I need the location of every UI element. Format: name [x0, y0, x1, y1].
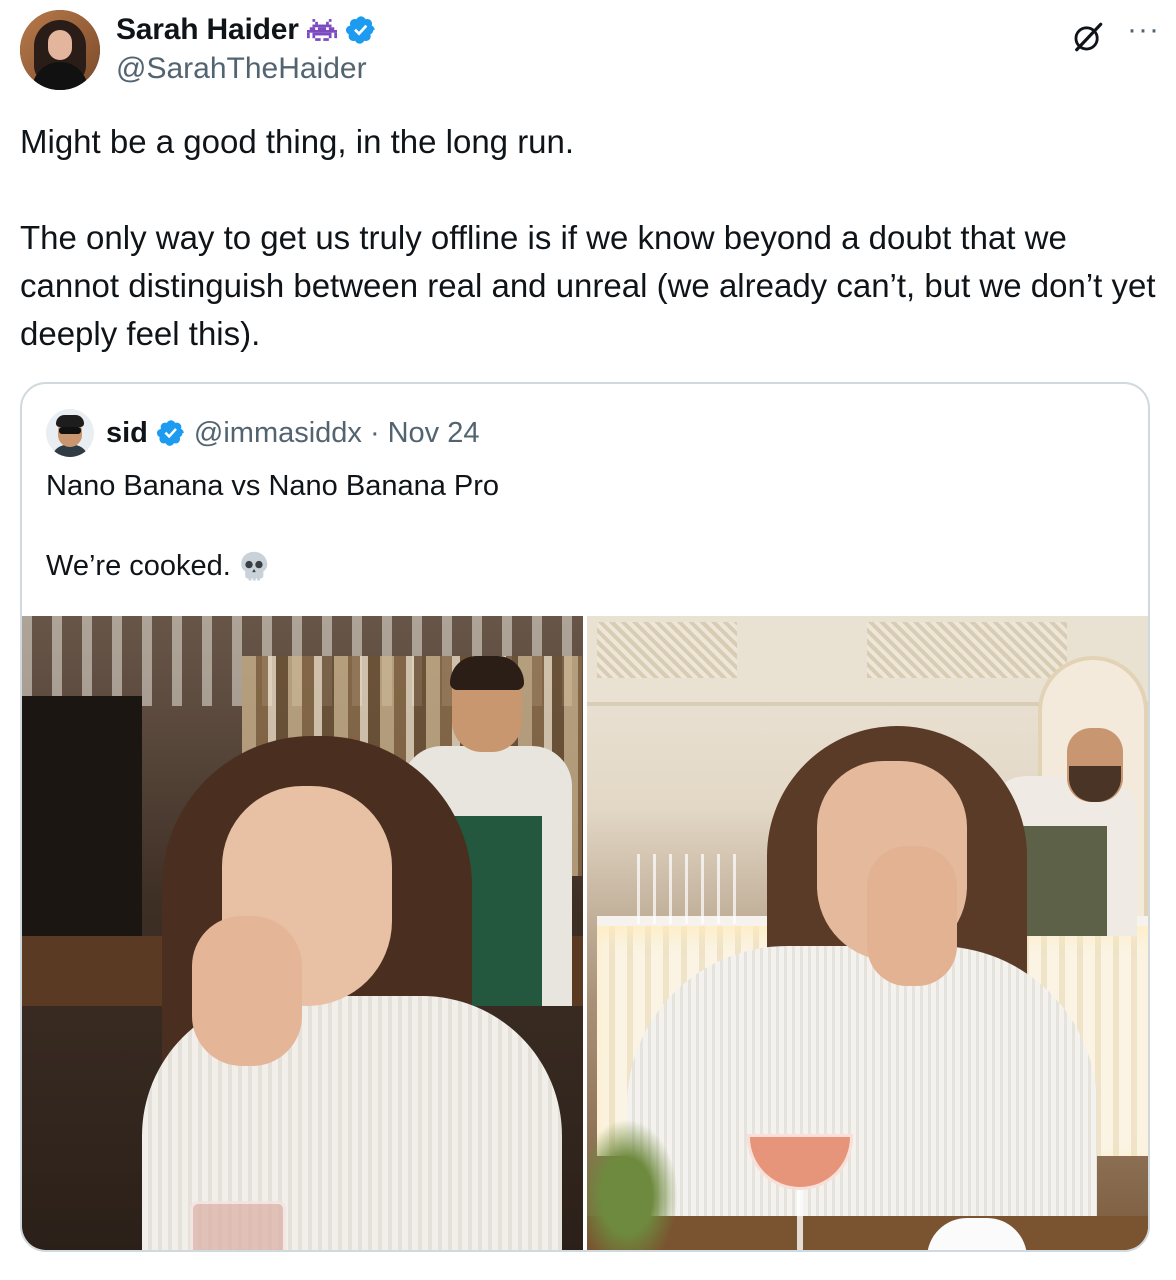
- author-display-name[interactable]: Sarah Haider: [116, 13, 299, 47]
- photo-nano-banana-pro[interactable]: [587, 616, 1148, 1250]
- quoted-post-date[interactable]: Nov 24: [388, 417, 480, 450]
- quoted-post-header: sid @immasiddx · Nov 24: [46, 408, 480, 458]
- quoted-post[interactable]: sid @immasiddx · Nov 24 Nano Banana vs N…: [20, 382, 1150, 1252]
- quoted-post-text-content: Nano Banana vs Nano Banana Pro We’re coo…: [46, 470, 500, 582]
- post-header: Sarah Haider @SarahTheHaider ···: [20, 10, 1160, 92]
- quoted-author-handle[interactable]: @immasiddx: [194, 417, 362, 450]
- photo-nano-banana[interactable]: [22, 616, 583, 1250]
- quoted-verified-badge-icon[interactable]: [156, 418, 186, 448]
- separator-dot: ·: [369, 416, 380, 449]
- header-actions: ···: [1071, 15, 1160, 54]
- author-avatar[interactable]: [20, 10, 100, 90]
- grok-icon[interactable]: [1071, 20, 1105, 54]
- quoted-post-text: Nano Banana vs Nano Banana Pro We’re coo…: [46, 466, 1126, 586]
- quoted-post-media: [22, 616, 1148, 1250]
- verified-badge-icon[interactable]: [345, 14, 377, 46]
- post-text: Might be a good thing, in the long run. …: [20, 123, 1156, 352]
- quoted-author-avatar[interactable]: [46, 409, 94, 457]
- skull-icon: [241, 551, 268, 581]
- author-name-row: Sarah Haider: [116, 12, 377, 48]
- more-options-icon[interactable]: ···: [1127, 15, 1160, 54]
- author-handle[interactable]: @SarahTheHaider: [116, 52, 367, 86]
- quoted-author-name[interactable]: sid: [106, 417, 148, 450]
- space-invader-icon: [306, 19, 337, 41]
